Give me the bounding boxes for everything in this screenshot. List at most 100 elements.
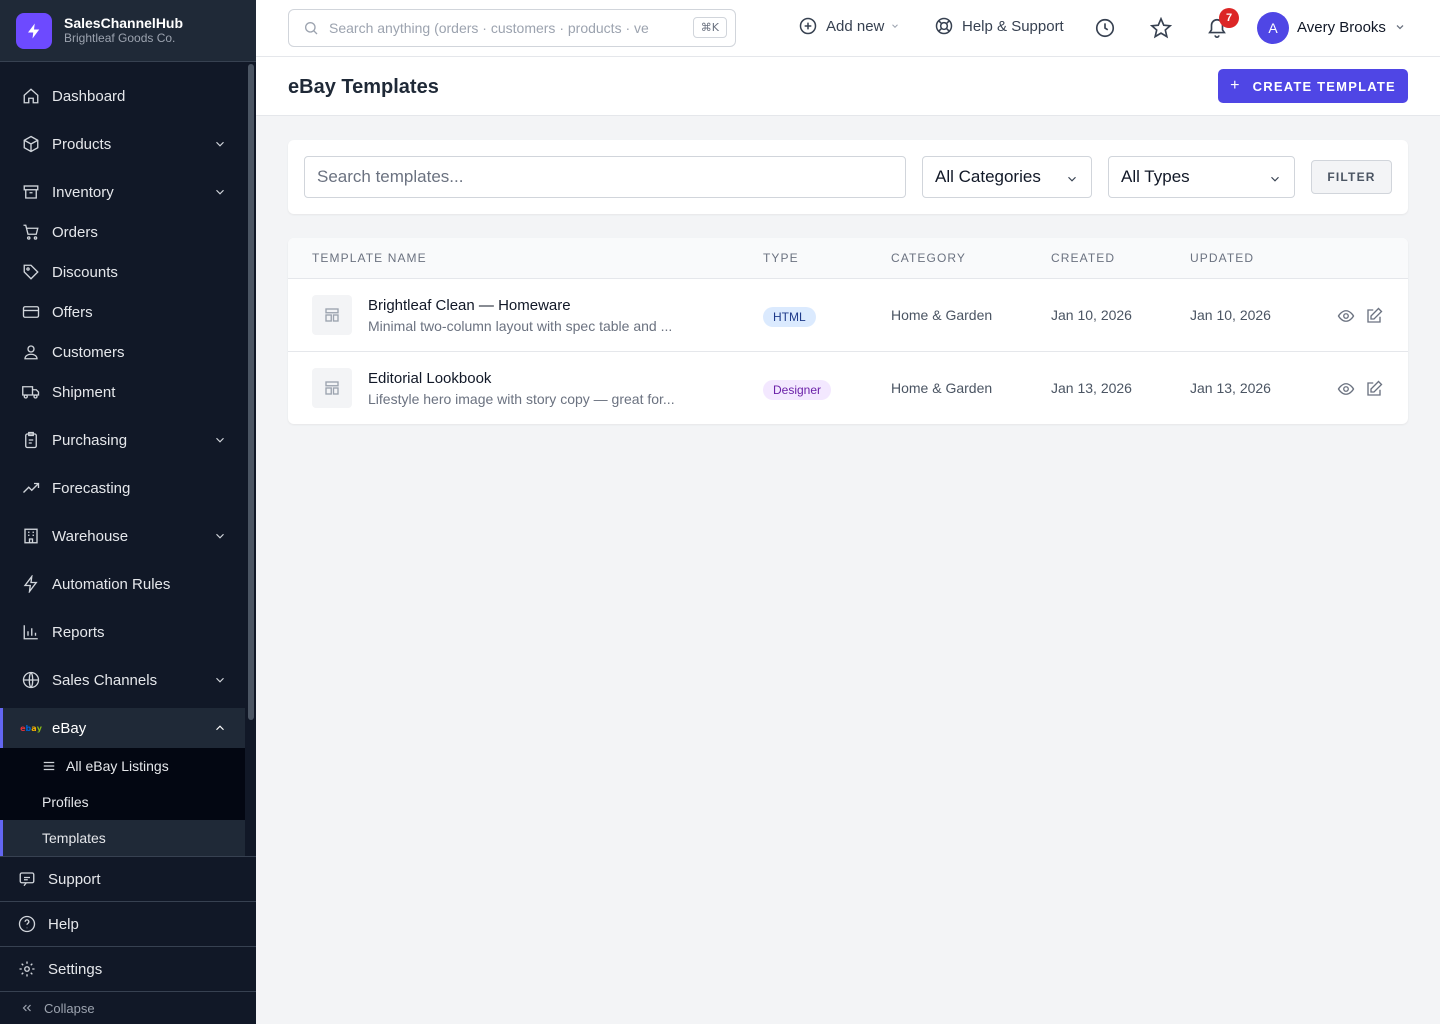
sidebar-item-warehouse[interactable]: Warehouse (0, 516, 245, 556)
sidebar-subitem-templates[interactable]: Templates (0, 820, 245, 856)
chevron-down-icon (1268, 171, 1282, 191)
avatar[interactable]: A (1257, 12, 1289, 44)
template-search-placeholder: Search templates... (317, 167, 464, 186)
cart-icon (22, 223, 40, 241)
clock-icon (1094, 17, 1116, 39)
sidebar-subitem-label: Templates (42, 830, 106, 846)
sidebar-subitem-profiles[interactable]: Profiles (0, 784, 245, 820)
table-header: TEMPLATE NAME TYPE CATEGORY CREATED UPDA… (288, 238, 1408, 279)
sidebar-item-label: Purchasing (52, 431, 128, 449)
sidebar-item-customers[interactable]: Customers (0, 332, 245, 372)
sidebar-subitem-label: All eBay Listings (66, 758, 169, 774)
preview-eye-icon[interactable] (1336, 306, 1356, 326)
chevron-up-icon (213, 721, 227, 739)
brand-name: SalesChannelHub (64, 15, 184, 31)
sidebar-item-label: Discounts (52, 263, 118, 281)
brand-header[interactable]: SalesChannelHub Brightleaf Goods Co. (0, 0, 256, 62)
table-row[interactable]: Editorial Lookbook Lifestyle hero image … (288, 352, 1408, 424)
clipboard-icon (22, 431, 40, 449)
sidebar-item-dashboard[interactable]: Dashboard (0, 76, 245, 116)
archive-icon (22, 183, 40, 201)
lifebuoy-icon (934, 16, 954, 36)
table-row[interactable]: Brightleaf Clean — Homeware Minimal two-… (288, 279, 1408, 352)
sidebar-settings-label: Settings (48, 960, 103, 978)
column-header-type[interactable]: TYPE (763, 251, 799, 265)
add-new-button[interactable]: Add new (798, 16, 900, 36)
notifications-button[interactable]: 7 (1205, 8, 1239, 40)
template-description: Minimal two-column layout with spec tabl… (368, 318, 673, 334)
lightning-logo-icon (16, 12, 52, 49)
sidebar-item-label: Products (52, 135, 112, 153)
chevron-down-icon (213, 433, 227, 451)
sidebar-support[interactable]: Support (0, 856, 256, 901)
sidebar-item-forecasting[interactable]: Forecasting (0, 468, 245, 508)
chevron-down-icon (213, 673, 227, 691)
sidebar-item-automation-rules[interactable]: Automation Rules (0, 564, 245, 604)
category-cell: Home & Garden (891, 307, 993, 323)
filter-button[interactable]: FILTER (1311, 160, 1392, 194)
star-icon (1150, 17, 1172, 39)
double-chevron-left-icon (18, 999, 36, 1017)
plus-circle-icon (798, 16, 818, 36)
sidebar-help[interactable]: Help (0, 901, 256, 946)
edit-icon[interactable] (1364, 306, 1384, 326)
created-cell: Jan 13, 2026 (1051, 380, 1132, 396)
column-header-category[interactable]: CATEGORY (891, 251, 966, 265)
template-search-input[interactable]: Search templates... (304, 156, 906, 198)
topbar: Search anything (orders · customers · pr… (256, 0, 1440, 57)
brand-company: Brightleaf Goods Co. (64, 31, 176, 45)
user-menu[interactable]: Avery Brooks (1297, 19, 1406, 37)
sidebar: SalesChannelHub Brightleaf Goods Co. Das… (0, 0, 256, 1024)
sidebar-item-inventory[interactable]: Inventory (0, 172, 245, 212)
sidebar-item-label: eBay (52, 719, 87, 737)
global-search-input[interactable]: Search anything (orders · customers · pr… (288, 9, 736, 47)
templates-table: TEMPLATE NAME TYPE CATEGORY CREATED UPDA… (288, 238, 1408, 424)
sidebar-item-offers[interactable]: Offers (0, 292, 245, 332)
users-icon (22, 343, 40, 361)
template-name[interactable]: Editorial Lookbook (368, 370, 491, 387)
sidebar-scrollbar[interactable] (248, 64, 254, 720)
preview-eye-icon[interactable] (1336, 379, 1356, 399)
sidebar-item-discounts[interactable]: Discounts (0, 252, 245, 292)
help-support-label: Help & Support (962, 17, 1064, 35)
type-select-value: All Types (1121, 167, 1190, 186)
column-header-updated[interactable]: UPDATED (1190, 251, 1254, 265)
edit-icon[interactable] (1364, 379, 1384, 399)
type-select[interactable]: All Types (1108, 156, 1295, 198)
global-search-placeholder: Search anything (orders · customers · pr… (329, 20, 649, 36)
add-new-label: Add new (826, 17, 885, 35)
chevron-down-icon (1394, 20, 1406, 37)
search-icon (303, 20, 319, 36)
column-header-template-name[interactable]: TEMPLATE NAME (312, 251, 427, 265)
sidebar-item-reports[interactable]: Reports (0, 612, 245, 652)
tag-icon (22, 263, 40, 281)
notification-badge: 7 (1219, 8, 1239, 28)
filter-bar: Search templates... All Categories All T… (288, 140, 1408, 214)
list-icon (42, 759, 56, 773)
truck-icon (22, 383, 40, 401)
sidebar-subitem-all-ebay-listings[interactable]: All eBay Listings (0, 748, 245, 784)
sidebar-item-products[interactable]: Products (0, 124, 245, 164)
bar-chart-icon (22, 623, 40, 641)
sidebar-collapse-button[interactable]: Collapse (0, 991, 256, 1024)
template-name[interactable]: Brightleaf Clean — Homeware (368, 297, 571, 314)
sidebar-item-shipment[interactable]: Shipment (0, 372, 245, 412)
help-support-button[interactable]: Help & Support (934, 16, 1064, 36)
sidebar-item-label: Automation Rules (52, 575, 171, 593)
sidebar-item-sales-channels[interactable]: Sales Channels (0, 660, 245, 700)
gear-icon (18, 960, 36, 978)
user-name: Avery Brooks (1297, 19, 1386, 36)
sidebar-nav: Dashboard Products Inventory Orders Disc… (0, 62, 246, 856)
category-select[interactable]: All Categories (922, 156, 1092, 198)
sidebar-item-ebay[interactable]: ebay eBay (0, 708, 245, 748)
sidebar-item-label: Warehouse (52, 527, 129, 545)
history-button[interactable] (1093, 16, 1117, 40)
create-template-button[interactable]: + CREATE TEMPLATE (1218, 69, 1408, 103)
column-header-created[interactable]: CREATED (1051, 251, 1115, 265)
sidebar-settings[interactable]: Settings (0, 946, 256, 991)
sidebar-item-label: Shipment (52, 383, 116, 401)
favorites-button[interactable] (1149, 16, 1173, 40)
sidebar-item-label: Sales Channels (52, 671, 158, 689)
sidebar-item-purchasing[interactable]: Purchasing (0, 420, 245, 460)
sidebar-item-orders[interactable]: Orders (0, 212, 245, 252)
